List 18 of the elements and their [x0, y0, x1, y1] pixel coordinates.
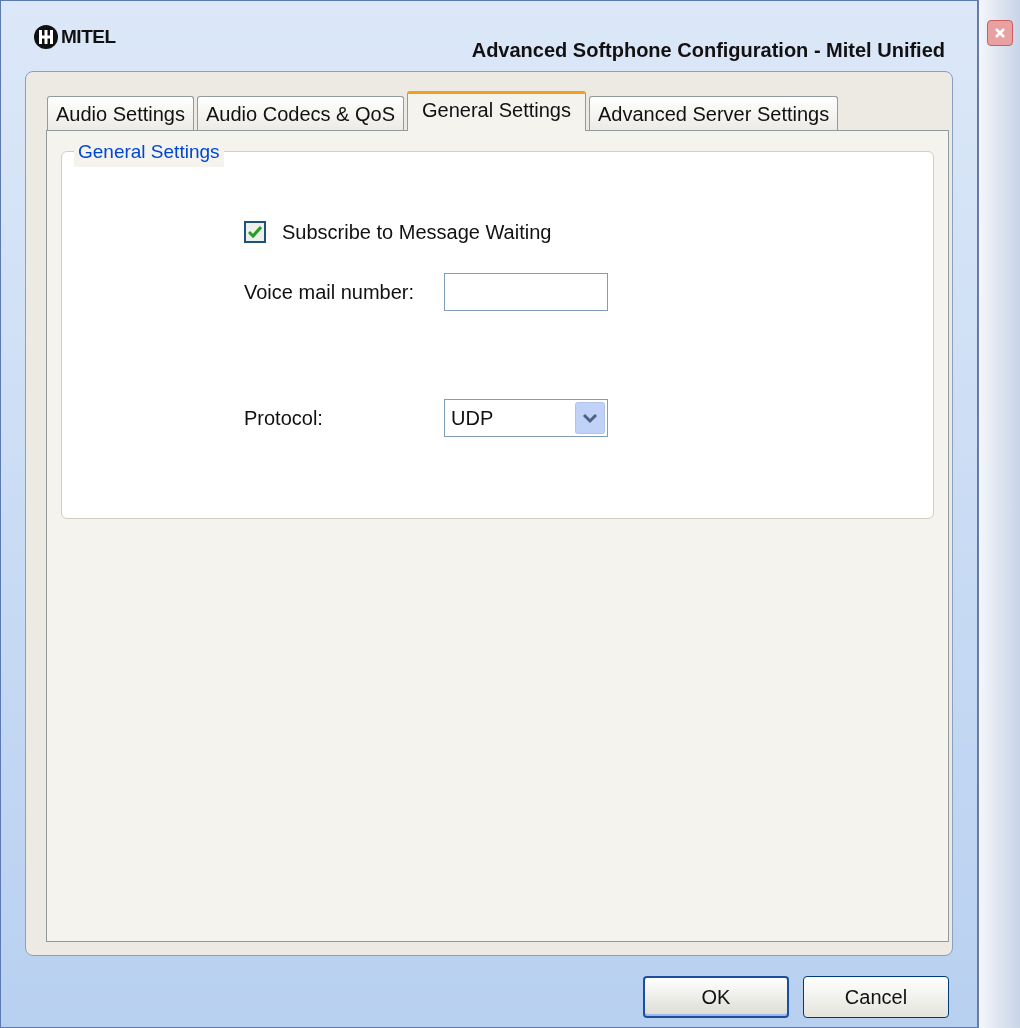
window-title: Advanced Softphone Configuration - Mitel Unified [471, 38, 945, 63]
close-icon[interactable] [993, 27, 1006, 39]
tab[interactable]: Advanced Server Settings [588, 96, 839, 130]
tab[interactable]: General Settings [407, 91, 586, 131]
dialog-button[interactable]: Cancel [803, 976, 949, 1018]
tab[interactable]: Audio Settings [47, 96, 194, 130]
tab[interactable]: Audio Codecs & QoS [197, 96, 404, 130]
field-label: Protocol: [244, 406, 324, 431]
logo-text: MITEL [61, 25, 116, 49]
field-label: Voice mail number: [244, 280, 416, 305]
check-icon [248, 226, 262, 238]
voicemail-input[interactable] [444, 273, 608, 311]
protocol-dropdown[interactable]: UDP [444, 399, 608, 437]
checkbox[interactable] [244, 221, 266, 243]
dialog-button[interactable]: OK [643, 976, 789, 1018]
checkbox-label: Subscribe to Message Waiting [282, 220, 552, 245]
logo-icon [33, 24, 59, 51]
close-button[interactable] [986, 20, 1013, 46]
